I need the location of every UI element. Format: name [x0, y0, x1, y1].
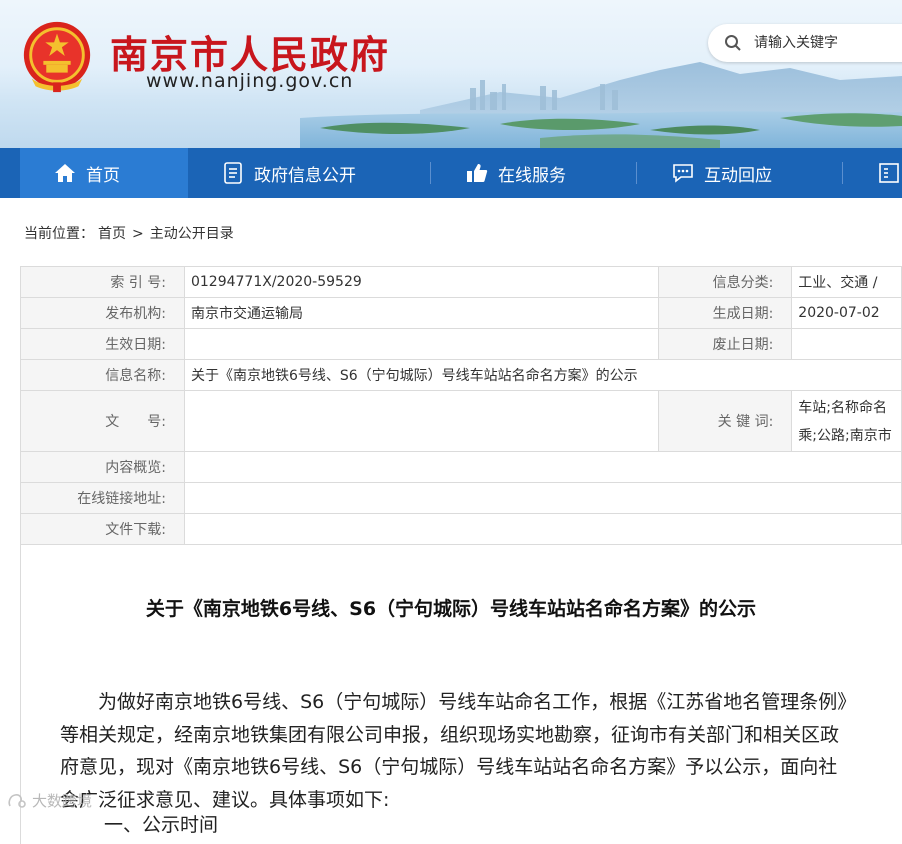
file-download-value[interactable] — [183, 513, 902, 545]
site-url[interactable]: www.nanjing.gov.cn — [146, 70, 353, 92]
article-title: 关于《南京地铁6号线、S6（宁句城际）号线车站站名命名方案》的公示 — [145, 598, 757, 620]
breadcrumb-separator: > — [132, 226, 144, 242]
expired-date-value — [791, 328, 902, 360]
article-body-paragraph: 为做好南京地铁6号线、S6（宁句城际）号线车站命名工作，根据《江苏省地名管理条例… — [60, 691, 847, 811]
table-row: 在线链接地址: — [20, 482, 902, 514]
index-label: 索 引 号: — [20, 266, 185, 298]
effective-date-value — [183, 328, 660, 360]
nav-item-more[interactable] — [878, 148, 902, 198]
summary-label: 内容概览: — [20, 451, 185, 483]
info-name-label: 信息名称: — [20, 359, 185, 391]
watermark: 大数跨境 — [6, 790, 92, 811]
nav-item-interaction[interactable]: 互动回应 — [672, 148, 772, 198]
index-value: 01294771X/2020-59529 — [183, 266, 660, 298]
category-label: 信息分类: — [658, 266, 793, 298]
home-icon — [54, 163, 76, 183]
breadcrumb: 当前位置： 首页 > 主动公开目录 — [24, 223, 238, 243]
search-input[interactable] — [752, 31, 902, 55]
publisher-label: 发布机构: — [20, 297, 185, 329]
nav-divider — [842, 162, 843, 184]
main-nav: 首页 政府信息公开 在线服务 互动回应 — [0, 148, 902, 198]
summary-value — [183, 451, 902, 483]
expired-date-label: 废止日期: — [658, 328, 793, 360]
table-row: 文 号: 关 键 词: 车站;名称命名乘;公路;南京市 — [20, 390, 902, 452]
effective-date-label: 生效日期: — [20, 328, 185, 360]
breadcrumb-home-link[interactable]: 首页 — [98, 226, 126, 242]
table-row: 文件下载: — [20, 513, 902, 545]
nav-item-gov-info[interactable]: 政府信息公开 — [222, 148, 356, 198]
file-download-label: 文件下载: — [20, 513, 185, 545]
online-link-value[interactable] — [183, 482, 902, 514]
building-icon — [878, 162, 900, 184]
nav-item-label: 首页 — [86, 165, 120, 186]
article-section-heading: 一、公示时间 — [104, 814, 219, 836]
created-date-label: 生成日期: — [658, 297, 793, 329]
nav-divider — [430, 162, 431, 184]
info-meta-table: 索 引 号: 01294771X/2020-59529 信息分类: 工业、交通 … — [20, 266, 902, 545]
info-name-value: 关于《南京地铁6号线、S6（宁句城际）号线车站站名命名方案》的公示 — [183, 359, 902, 391]
table-row: 内容概览: — [20, 451, 902, 483]
nav-item-label: 在线服务 — [498, 165, 566, 186]
header-banner: 南京市人民政府 www.nanjing.gov.cn — [0, 0, 902, 148]
category-value: 工业、交通 / — [791, 266, 902, 298]
table-row: 信息名称: 关于《南京地铁6号线、S6（宁句城际）号线车站站名命名方案》的公示 — [20, 359, 902, 391]
watermark-logo-icon — [8, 793, 26, 808]
thumbs-up-icon — [466, 163, 488, 183]
chat-icon — [672, 163, 694, 183]
online-link-label: 在线链接地址: — [20, 482, 185, 514]
nav-item-label: 政府信息公开 — [254, 165, 356, 186]
nav-item-label: 互动回应 — [704, 165, 772, 186]
created-date-value: 2020-07-02 — [791, 297, 902, 329]
keywords-value: 车站;名称命名乘;公路;南京市 — [791, 390, 902, 452]
nav-item-home[interactable]: 首页 — [20, 148, 188, 198]
search-box[interactable] — [708, 24, 902, 62]
table-row: 索 引 号: 01294771X/2020-59529 信息分类: 工业、交通 … — [20, 266, 902, 298]
national-emblem-logo — [23, 21, 91, 93]
nav-item-online-service[interactable]: 在线服务 — [466, 148, 566, 198]
nav-divider — [636, 162, 637, 184]
breadcrumb-current[interactable]: 主动公开目录 — [150, 226, 234, 242]
doc-number-value — [183, 390, 660, 452]
search-icon[interactable] — [724, 34, 742, 52]
table-row: 生效日期: 废止日期: — [20, 328, 902, 360]
doc-number-label: 文 号: — [20, 390, 185, 452]
watermark-text: 大数跨境 — [32, 792, 93, 810]
publisher-value: 南京市交通运输局 — [183, 297, 660, 329]
breadcrumb-prefix: 当前位置： — [24, 226, 94, 242]
table-row: 发布机构: 南京市交通运输局 生成日期: 2020-07-02 — [20, 297, 902, 329]
document-icon — [222, 162, 244, 184]
keywords-label: 关 键 词: — [658, 390, 793, 452]
